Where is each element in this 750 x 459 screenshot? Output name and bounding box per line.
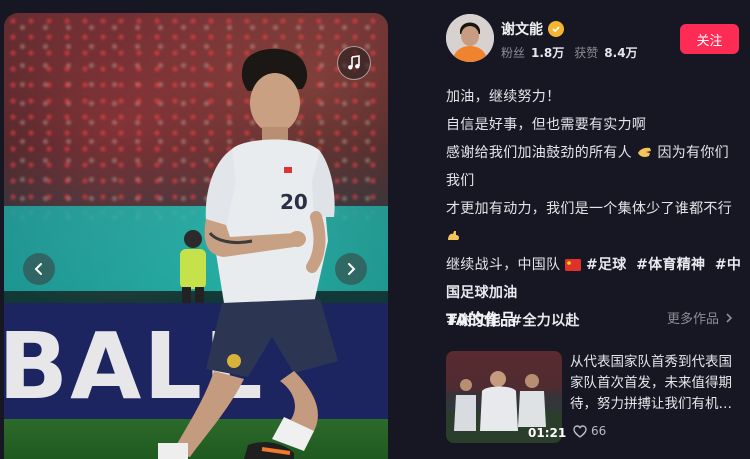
video-player[interactable]: BALL 20 (4, 13, 388, 459)
chevron-right-icon (348, 263, 356, 275)
video-duration: 01:21 (528, 426, 567, 440)
player-figure: 20 (158, 48, 338, 459)
fans-count: 1.8万 (531, 46, 565, 60)
music-note-icon (348, 55, 360, 70)
heart-outline-icon (573, 424, 587, 438)
music-button[interactable] (337, 46, 371, 80)
works-section-title: TA的作品 (446, 310, 517, 329)
chevron-left-icon (34, 263, 42, 275)
author-name-row: 谢文能 (501, 19, 564, 39)
work-title[interactable]: 从代表国家队首秀到代表国家队首次首发，未来值得期待，努力拼搏让我们有机… (570, 352, 744, 415)
hashtag-link[interactable]: #全力以赴 (510, 313, 579, 329)
caption-line: 加油，继续努力！ (446, 89, 561, 105)
author-stats: 粉丝 1.8万 获赞 8.4万 (501, 44, 638, 61)
caption-line: 感谢给我们加油鼓劲的所有人 因为有你们我们 (446, 145, 729, 189)
hashtag-link[interactable]: #体育精神 (636, 257, 705, 273)
china-flag-emoji-icon (565, 259, 582, 271)
work-likes: 66 (573, 424, 606, 438)
hashtag-link[interactable]: #足球 (586, 257, 627, 273)
chevron-right-icon (726, 312, 733, 323)
flexed-arm-emoji-icon (448, 231, 460, 240)
prev-image-button[interactable] (23, 253, 55, 285)
more-works-link[interactable]: 更多作品 (667, 308, 733, 327)
follow-button[interactable]: 关注 (680, 24, 739, 54)
likes-count: 8.4万 (604, 46, 638, 60)
more-works-label: 更多作品 (667, 312, 720, 327)
author-name[interactable]: 谢文能 (501, 19, 543, 39)
like-count: 66 (591, 424, 607, 438)
fans-label: 粉丝 (501, 46, 526, 60)
verified-check-icon (548, 21, 564, 37)
caption-line: 自信是好事，但也需要有实力啊 (446, 117, 647, 133)
likes-label: 获赞 (574, 46, 599, 60)
caption-line: 继续战斗，中国队 #足球 #体育精神 #中国足球加油 (446, 257, 742, 301)
clap-hand-emoji-icon (637, 147, 651, 157)
author-avatar[interactable] (446, 14, 494, 62)
svg-text:20: 20 (280, 190, 308, 214)
post-caption: 加油，继续努力！ 自信是好事，但也需要有实力啊 感谢给我们加油鼓劲的所有人 因为… (446, 83, 742, 335)
avatar-image (446, 14, 494, 62)
next-image-button[interactable] (335, 253, 367, 285)
caption-line: 才更加有动力，我们是一个集体少了谁都不行 (446, 195, 742, 251)
